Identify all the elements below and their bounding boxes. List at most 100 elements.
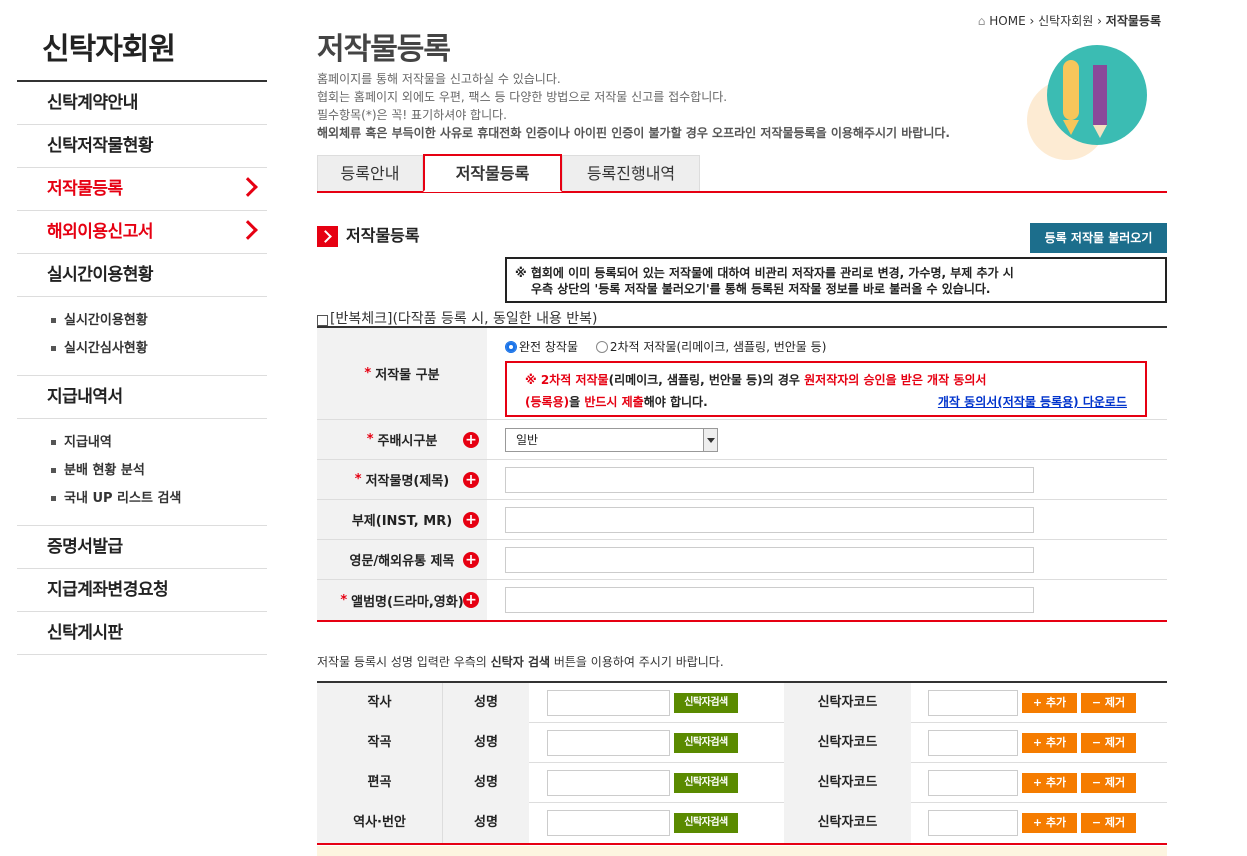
code-input[interactable] bbox=[928, 729, 1018, 756]
required-mark: * bbox=[340, 592, 348, 608]
code-cell: + 추가 − 제거 bbox=[911, 810, 1167, 836]
remove-button[interactable]: − 제거 bbox=[1081, 772, 1136, 793]
plus-circle-icon[interactable]: + bbox=[463, 552, 479, 568]
name-cell: 신탁자검색 bbox=[529, 769, 784, 796]
plus-circle-icon[interactable]: + bbox=[463, 472, 479, 488]
role-label: 편곡 bbox=[317, 762, 443, 803]
add-button[interactable]: + 추가 bbox=[1022, 692, 1077, 713]
remove-button[interactable]: − 제거 bbox=[1081, 732, 1136, 753]
breadcrumb-home[interactable]: HOME bbox=[989, 14, 1025, 28]
sidebar-item-certificate[interactable]: 증명서발급 bbox=[17, 526, 267, 569]
tab-register-progress[interactable]: 등록진행내역 bbox=[562, 155, 700, 191]
chevron-down-icon[interactable] bbox=[703, 428, 717, 451]
form-value: 완전 창작물 2차적 저작물(리메이크, 샘플링, 번안물 등) ※ 2차적 저… bbox=[487, 328, 1167, 419]
code-input[interactable] bbox=[928, 769, 1018, 796]
name-cell: 신탁자검색 bbox=[529, 689, 784, 716]
consent-form-download-link[interactable]: 개작 동의서(저작물 등록용) 다운로드 bbox=[938, 391, 1127, 413]
code-input[interactable] bbox=[928, 689, 1018, 716]
load-registered-work-button[interactable]: 등록 저작물 불러오기 bbox=[1030, 223, 1167, 253]
main-sub-select[interactable]: 일반 bbox=[505, 427, 718, 452]
eng-title-input[interactable] bbox=[505, 546, 1034, 573]
section-heading: 저작물등록 bbox=[317, 222, 420, 247]
sidebar-item-trust-works[interactable]: 신탁저작물현황 bbox=[17, 125, 267, 168]
home-icon[interactable]: ⌂ bbox=[978, 14, 986, 28]
notice-line: ※ 협회에 이미 등록되어 있는 저작물에 대하여 비관리 저작자를 관리로 변… bbox=[515, 266, 1014, 280]
sidebar-item-label: 해외이용신고서 bbox=[47, 222, 153, 242]
name-input[interactable] bbox=[547, 769, 670, 796]
trustee-search-button[interactable]: 신탁자검색 bbox=[674, 813, 738, 833]
trustee-search-button[interactable]: 신탁자검색 bbox=[674, 772, 738, 793]
required-mark: * bbox=[354, 472, 362, 487]
sidebar-subitem[interactable]: 국내 UP 리스트 검색 bbox=[51, 485, 267, 513]
radio-label: 완전 창작물 bbox=[519, 340, 579, 354]
name-cell: 신탁자검색 bbox=[529, 810, 784, 836]
trustee-search-button[interactable]: 신탁자검색 bbox=[674, 692, 738, 713]
form-value: 일반 bbox=[487, 420, 1167, 459]
name-input[interactable] bbox=[547, 729, 670, 756]
plus-circle-icon[interactable]: + bbox=[463, 512, 479, 528]
code-label: 신탁자코드 bbox=[784, 722, 911, 763]
add-button[interactable]: + 추가 bbox=[1022, 732, 1077, 753]
pen-pencil-illustration bbox=[1027, 45, 1147, 160]
tab-work-register[interactable]: 저작물등록 bbox=[423, 154, 562, 192]
breadcrumb-level1[interactable]: 신탁자회원 bbox=[1038, 14, 1093, 28]
remove-button[interactable]: − 제거 bbox=[1081, 692, 1136, 713]
sidebar-title: 신탁자회원 bbox=[17, 0, 267, 82]
add-button[interactable]: + 추가 bbox=[1022, 772, 1077, 793]
form-label: * 저작물 구분 bbox=[317, 328, 487, 419]
form-row-title: * 저작물명(제목) + bbox=[317, 460, 1167, 500]
form-label: 영문/해외유통 제목 + bbox=[317, 540, 487, 579]
plus-circle-icon[interactable]: + bbox=[463, 432, 479, 448]
sidebar-item-account-change[interactable]: 지급계좌변경요청 bbox=[17, 569, 267, 612]
creator-row-arranger: 편곡 성명 신탁자검색 신탁자코드 + 추가 − 제거 bbox=[317, 762, 1167, 803]
album-input[interactable] bbox=[505, 587, 1034, 613]
form-row-subtitle: 부제(INST, MR) + bbox=[317, 500, 1167, 540]
label-text: 저작물명(제목) bbox=[365, 474, 450, 489]
sidebar-item-payment[interactable]: 지급내역서 bbox=[17, 376, 267, 419]
form-label: * 저작물명(제목) + bbox=[317, 460, 487, 499]
radio-original[interactable] bbox=[505, 341, 517, 353]
sidebar-item-overseas-report[interactable]: 해외이용신고서 bbox=[17, 211, 267, 254]
title-input[interactable] bbox=[505, 466, 1034, 493]
work-form-table: * 저작물 구분 완전 창작물 2차적 저작물(리메이크, 샘플링, 번안물 등)… bbox=[317, 326, 1167, 622]
subtitle-input[interactable] bbox=[505, 506, 1034, 533]
breadcrumb-separator: › bbox=[1029, 14, 1035, 28]
name-label: 성명 bbox=[443, 803, 529, 843]
add-button[interactable]: + 추가 bbox=[1022, 813, 1077, 833]
creator-row-lyricist: 작사 성명 신탁자검색 신탁자코드 + 추가 − 제거 bbox=[317, 682, 1167, 723]
name-input[interactable] bbox=[547, 689, 670, 716]
tab-register-guide[interactable]: 등록안내 bbox=[317, 155, 423, 191]
work-type-radios: 완전 창작물 2차적 저작물(리메이크, 샘플링, 번안물 등) bbox=[505, 338, 826, 356]
sidebar-subitem[interactable]: 분배 현황 분석 bbox=[51, 457, 267, 485]
label-text: 영문/해외유통 제목 bbox=[349, 554, 455, 569]
name-label: 성명 bbox=[443, 682, 529, 723]
label-text: 부제(INST, MR) bbox=[351, 514, 453, 529]
sidebar-item-work-register[interactable]: 저작물등록 bbox=[17, 168, 267, 211]
code-label: 신탁자코드 bbox=[784, 762, 911, 803]
breadcrumb-separator: › bbox=[1097, 14, 1102, 28]
notice-box: ※ 협회에 이미 등록되어 있는 저작물에 대하여 비관리 저작자를 관리로 변… bbox=[505, 257, 1167, 303]
code-input[interactable] bbox=[928, 810, 1018, 836]
repeat-check[interactable]: [반복체크](다작품 등록 시, 동일한 내용 반복) bbox=[317, 308, 598, 328]
form-value bbox=[487, 500, 1167, 539]
remove-button[interactable]: − 제거 bbox=[1081, 813, 1136, 833]
sidebar-subitem[interactable]: 실시간이용현황 bbox=[51, 307, 267, 335]
intro-line-bold: 해외체류 혹은 부득이한 사유로 휴대전화 인증이나 아이핀 인증이 불가할 경… bbox=[317, 126, 950, 140]
bottom-notice-strip bbox=[317, 846, 1167, 856]
sidebar-subitem[interactable]: 지급내역 bbox=[51, 429, 267, 457]
radio-derivative[interactable] bbox=[595, 341, 608, 353]
sidebar-item-trust-contract[interactable]: 신탁계약안내 bbox=[17, 82, 267, 125]
form-row-album: * 앨범명(드라마,영화) + bbox=[317, 580, 1167, 620]
arrow-right-icon bbox=[317, 226, 338, 247]
creator-row-translator: 역사·번안 성명 신탁자검색 신탁자코드 + 추가 − 제거 bbox=[317, 803, 1167, 843]
name-input[interactable] bbox=[547, 810, 670, 836]
form-row-main-sub: * 주배시구분 + 일반 bbox=[317, 420, 1167, 460]
role-label: 작곡 bbox=[317, 722, 443, 763]
sidebar-subitem[interactable]: 실시간심사현황 bbox=[51, 335, 267, 363]
sidebar-item-realtime-usage[interactable]: 실시간이용현황 bbox=[17, 254, 267, 297]
trustee-search-button[interactable]: 신탁자검색 bbox=[674, 732, 738, 753]
plus-circle-icon[interactable]: + bbox=[463, 592, 479, 608]
repeat-checkbox[interactable] bbox=[317, 315, 328, 326]
creator-note: 저작물 등록시 성명 입력란 우측의 신탁자 검색 버튼을 이용하여 주시기 바… bbox=[317, 655, 724, 669]
sidebar-item-board[interactable]: 신탁게시판 bbox=[17, 612, 267, 655]
